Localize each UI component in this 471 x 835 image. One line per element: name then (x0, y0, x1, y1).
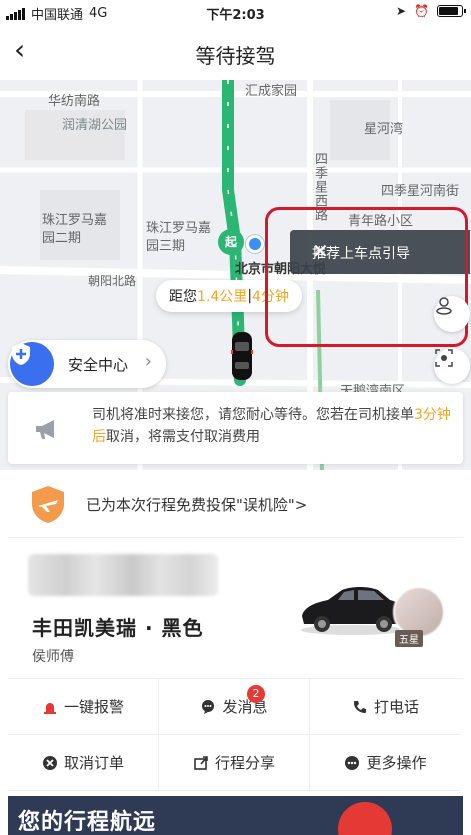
cancel-icon (42, 755, 58, 771)
battery-icon (437, 5, 466, 17)
banner-shield-icon (338, 802, 392, 835)
map-label: 星河湾 (364, 122, 404, 137)
message-icon (200, 699, 216, 715)
plane-shield-icon (32, 486, 64, 523)
map-label: 朝阳北路 (88, 274, 137, 288)
map-label: 华纺南路 (48, 94, 101, 109)
promo-banner[interactable]: 您的行程航远 (8, 796, 463, 835)
map-label: 汇成家园 (245, 84, 298, 99)
shield-icon (10, 342, 54, 386)
car-model: 丰田凯美瑞 · 黑色 (32, 616, 204, 640)
chevron-right-icon: › (144, 351, 152, 372)
driver-name: 侯师傅 (32, 649, 74, 665)
my-location-dot (246, 235, 264, 253)
notice-text-part: 司机将准时来接您，请您耐心等待。您若在司机接单 (92, 407, 414, 423)
insurance-row[interactable]: 已为本次行程免费投保"误机险"> (8, 470, 463, 538)
banner-text: 您的行程航远 (18, 810, 157, 835)
page-title: 等待接驾 (195, 44, 276, 68)
alarm-clock-icon: ⏰ (414, 4, 429, 18)
megaphone-icon (36, 420, 54, 439)
driver-card: 丰田凯美瑞 · 黑色 侯师傅 五星 (8, 538, 463, 678)
rating-badge: 五星 (395, 630, 423, 647)
share-trip-button[interactable]: 行程分享 (159, 735, 310, 791)
notice-text-part: 取消，将需支付取消费用 (106, 429, 260, 445)
cancel-order-button[interactable]: 取消订单 (8, 735, 159, 791)
action-label: 取消订单 (63, 754, 124, 772)
location-arrow-icon: ➤ (395, 4, 407, 18)
car-photo (301, 587, 405, 635)
insurance-text: 已为本次行程免费投保"误机险"> (86, 496, 308, 514)
alarm-icon (42, 699, 58, 715)
call-button[interactable]: 打电话 (310, 679, 461, 735)
message-button[interactable]: 发消息 2 (159, 679, 310, 735)
action-label: 打电话 (373, 698, 419, 716)
share-icon (193, 755, 209, 771)
distance-value: 1.4公里 (197, 289, 248, 305)
unread-badge: 2 (247, 685, 265, 703)
car-marker (231, 332, 253, 380)
start-marker: 起 (218, 229, 244, 255)
status-bar: 中国联通 4G 下午2:03 ➤ ⏰ (0, 0, 471, 24)
cancel-notice: 司机将准时来接您，请您耐心等待。您若在司机接单3分钟后取消，将需支付取消费用 (8, 392, 463, 464)
action-grid: 一键报警 发消息 2 打电话 取消订单 行程分享 更多操作 (8, 678, 463, 791)
license-plate-blurred (28, 554, 218, 596)
map-label: 润清湖公园 (62, 118, 128, 133)
map-label: 珠江罗马嘉园二期 (42, 213, 108, 246)
person-pin-icon (436, 297, 452, 315)
safety-center-button[interactable]: 安全中心 › (8, 340, 166, 388)
nav-bar: ‹ 等待接驾 (0, 24, 471, 80)
map-label: 珠江罗马嘉园三期 (146, 221, 212, 254)
safety-center-label: 安全中心 (68, 356, 129, 374)
annotation-highlight (265, 207, 468, 347)
more-icon (344, 755, 360, 771)
phone-icon (352, 699, 368, 715)
recenter-button[interactable] (434, 348, 470, 384)
notice-text: 司机将准时来接您，请您耐心等待。您若在司机接单3分钟后取消，将需支付取消费用 (92, 404, 452, 448)
pickup-point-button[interactable] (434, 296, 470, 332)
emergency-button[interactable]: 一键报警 (8, 679, 159, 735)
more-actions-button[interactable]: 更多操作 (310, 735, 461, 791)
action-label: 更多操作 (366, 754, 427, 772)
action-label: 一键报警 (63, 698, 124, 716)
distance-prefix: 距您 (169, 289, 198, 305)
map-label: 四季星河南街 (381, 184, 460, 199)
locate-icon (435, 349, 453, 367)
action-label: 行程分享 (214, 754, 275, 772)
